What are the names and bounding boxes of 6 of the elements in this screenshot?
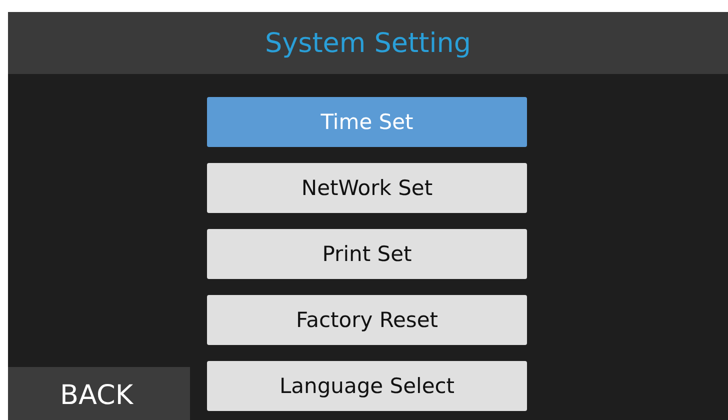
screen-title: System Setting — [265, 28, 471, 58]
menu-button[interactable]: NetWork Set — [207, 163, 527, 213]
menu-button[interactable]: Factory Reset — [207, 295, 527, 345]
back-button[interactable]: BACK — [8, 367, 190, 420]
menu-button[interactable]: Print Set — [207, 229, 527, 279]
menu-button[interactable]: Language Select — [207, 361, 527, 411]
